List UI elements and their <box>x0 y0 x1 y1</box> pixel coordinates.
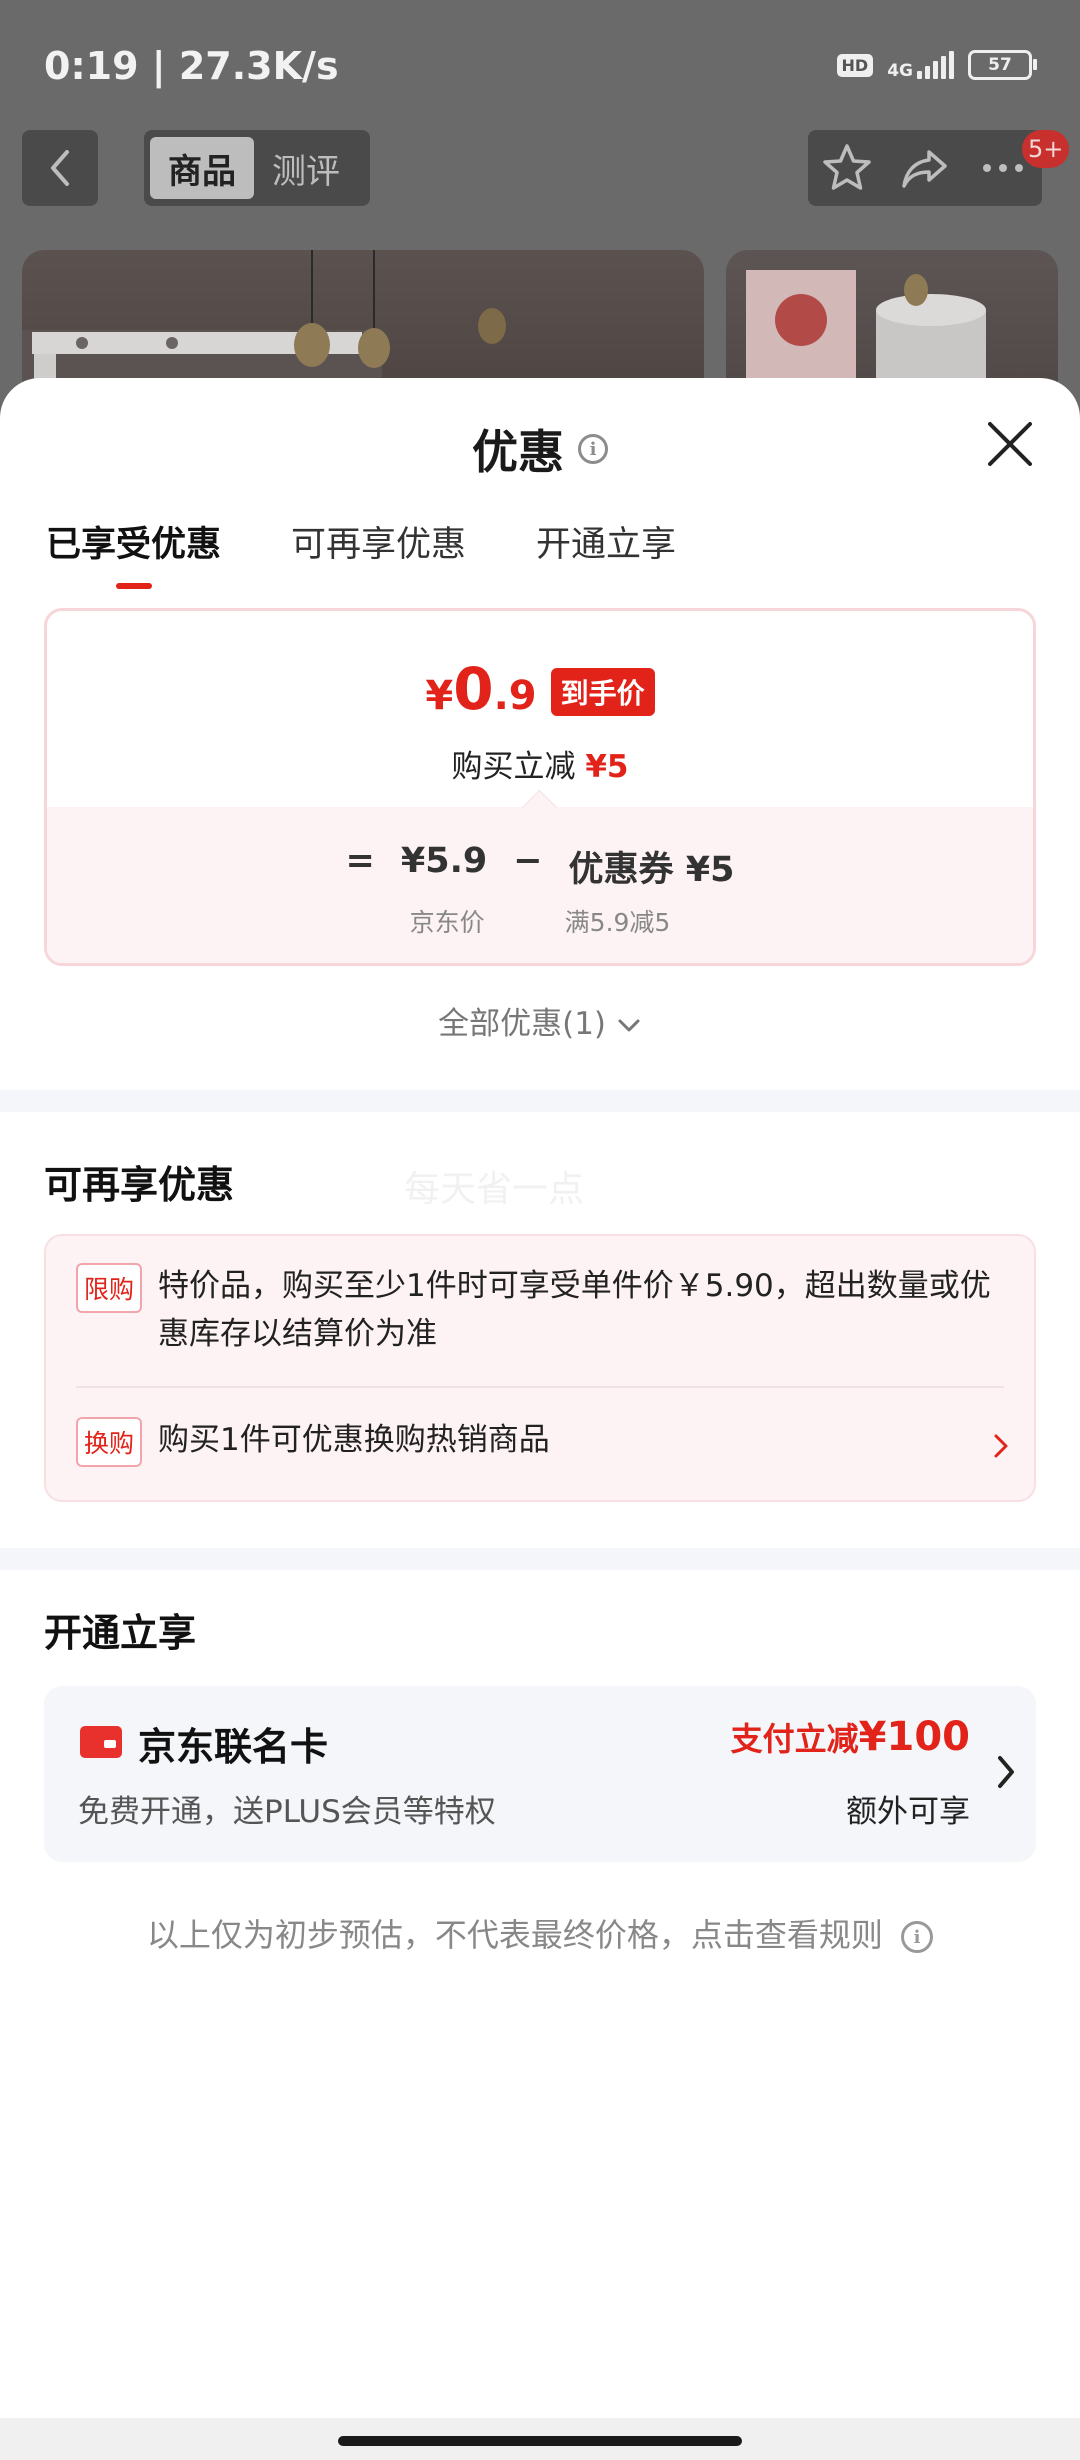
price-summary: ¥0.9 到手价 购买立减 ¥5 <box>47 611 1033 811</box>
disclaimer-text: 以上仅为初步预估，不代表最终价格，点击查看规则 <box>146 1916 883 1954</box>
sheet-title: 优惠 <box>472 425 564 479</box>
more-offers-list: 限购 特价品，购买至少1件时可享受单件价￥5.90，超出数量或优惠库存以结算价为… <box>44 1234 1036 1502</box>
final-price-line: ¥0.9 到手价 <box>47 659 1033 726</box>
tab-label: 已享受优惠 <box>46 525 222 565</box>
network-icon: 4G <box>887 51 954 81</box>
share-icon[interactable] <box>899 142 951 194</box>
offer-divider <box>76 1386 1004 1388</box>
coupon-condition: 满5.9减5 <box>564 908 671 937</box>
status-bar: 0:19 | 27.3K/s HD 4G 57 <box>0 0 1080 130</box>
signal-icon <box>917 51 954 79</box>
credit-card-icon <box>80 1726 122 1758</box>
battery-icon: 57 <box>968 50 1037 80</box>
battery-level: 57 <box>988 55 1012 75</box>
offer-tag: 限购 <box>76 1263 143 1313</box>
back-button[interactable] <box>22 130 98 206</box>
formula-labels: 京东价 满5.9减5 <box>47 903 1033 939</box>
final-price-card: ¥0.9 到手价 购买立减 ¥5 = ¥5.9 − 优惠券 ¥5 京东价 满5.… <box>44 608 1036 966</box>
jd-price: ¥5.9 <box>400 841 488 881</box>
price-breakdown: = ¥5.9 − 优惠券 ¥5 京东价 满5.9减5 <box>47 807 1033 963</box>
product-tab-switch: 商品 测评 <box>144 130 370 206</box>
tab-more-offers[interactable]: 可再享优惠 <box>291 516 466 567</box>
minus-sign: − <box>513 841 543 881</box>
chevron-right-icon[interactable] <box>992 1432 1010 1460</box>
pricing-disclaimer[interactable]: 以上仅为初步预估，不代表最终价格，点击查看规则 i <box>0 1910 1080 1956</box>
tab-product[interactable]: 商品 <box>150 137 254 199</box>
tab-review[interactable]: 测评 <box>254 137 358 199</box>
currency-symbol: ¥ <box>425 673 454 719</box>
chevron-down-icon <box>618 1019 640 1031</box>
offer-text: 购买1件可优惠换购热销商品 <box>158 1422 550 1458</box>
promo-label: 支付立减 <box>730 1720 859 1758</box>
sheet-header: 优惠 i <box>0 416 1080 482</box>
open-enjoy-title: 开通立享 <box>44 1611 197 1655</box>
star-icon[interactable] <box>821 142 873 194</box>
price-integer: 0 <box>453 655 494 723</box>
all-offers-toggle[interactable]: 全部优惠(1) <box>0 998 1080 1043</box>
price-decimal: .9 <box>493 673 537 719</box>
watermark: 每天省一点 <box>404 1169 585 1210</box>
active-tab-indicator <box>115 583 152 589</box>
tab-open-enjoy[interactable]: 开通立享 <box>536 516 676 567</box>
all-offers-label: 全部优惠(1) <box>438 1006 607 1042</box>
card-title: 京东联名卡 <box>138 1725 329 1769</box>
instant-discount: 购买立减 ¥5 <box>47 741 1033 786</box>
instant-discount-amount: ¥5 <box>585 749 629 785</box>
jd-price-label: 京东价 <box>409 908 485 937</box>
info-icon[interactable]: i <box>578 434 608 464</box>
promo-amount: ¥100 <box>858 1714 970 1760</box>
more-offers-title: 可再享优惠 <box>44 1163 235 1207</box>
status-time: 0:19 | 27.3K/s <box>44 44 339 88</box>
price-formula: = ¥5.9 − 优惠券 ¥5 <box>47 841 1033 892</box>
card-promo: 支付立减¥100 <box>731 1714 970 1760</box>
offers-bottom-sheet: 优惠 i 已享受优惠 可再享优惠 开通立享 ¥0.9 到手价 购买立减 ¥5 =… <box>0 378 1080 2418</box>
offer-tag: 换购 <box>76 1417 143 1467</box>
product-top-nav: 商品 测评 5+ <box>0 130 1080 210</box>
coupon-amount: 优惠券 ¥5 <box>568 850 735 890</box>
tab-enjoyed-offers[interactable]: 已享受优惠 <box>46 516 222 589</box>
final-price: ¥0.9 <box>425 659 536 726</box>
info-icon[interactable]: i <box>901 1921 934 1953</box>
co-brand-card-offer[interactable]: 京东联名卡 免费开通，送PLUS会员等特权 支付立减¥100 额外可享 <box>44 1686 1036 1862</box>
offer-tabs: 已享受优惠 可再享优惠 开通立享 <box>46 516 676 589</box>
card-extra: 额外可享 <box>846 1794 970 1830</box>
offer-text: 特价品，购买至少1件时可享受单件价￥5.90，超出数量或优惠库存以结算价为准 <box>158 1268 991 1352</box>
section-divider <box>0 1090 1080 1112</box>
instant-discount-label: 购买立减 <box>451 749 576 785</box>
network-type: 4G <box>887 61 913 81</box>
product-actions <box>808 130 1042 206</box>
offer-item-exchange[interactable]: 换购 购买1件可优惠换购热销商品 <box>76 1416 1010 1467</box>
offer-item-limited: 限购 特价品，购买至少1件时可享受单件价￥5.90，超出数量或优惠库存以结算价为… <box>76 1262 1010 1358</box>
card-description: 免费开通，送PLUS会员等特权 <box>78 1794 496 1830</box>
section-divider <box>0 1548 1080 1570</box>
chevron-right-icon[interactable] <box>996 1752 1016 1792</box>
home-indicator[interactable] <box>338 2436 742 2446</box>
status-icons: HD 4G 57 <box>836 50 1037 81</box>
more-badge: 5+ <box>1022 130 1070 168</box>
close-icon[interactable] <box>984 418 1036 470</box>
chevron-left-icon <box>51 150 69 186</box>
final-price-tag: 到手价 <box>550 668 655 716</box>
hd-icon: HD <box>836 53 874 77</box>
equals-sign: = <box>345 841 375 881</box>
